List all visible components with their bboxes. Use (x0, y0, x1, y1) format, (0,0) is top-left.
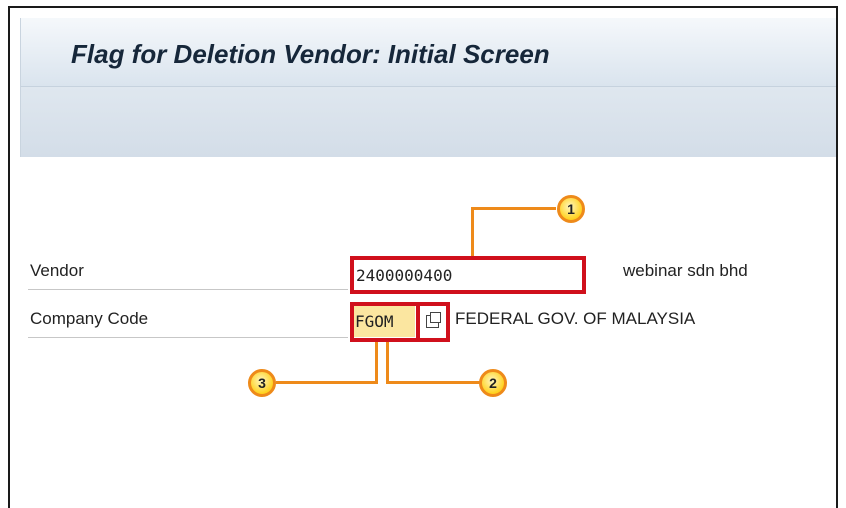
company-code-description: FEDERAL GOV. OF MALAYSIA (455, 309, 696, 328)
search-help-highlight-box (416, 302, 450, 342)
page-title: Flag for Deletion Vendor: Initial Screen (71, 39, 550, 69)
callout-3-connector-vertical (375, 342, 378, 384)
vendor-description: webinar sdn bhd (623, 261, 748, 280)
callout-3-badge: 3 (248, 369, 276, 397)
company-code-label-underline (28, 337, 348, 338)
vendor-highlight-box (350, 256, 586, 294)
title-bar: Flag for Deletion Vendor: Initial Screen (20, 18, 836, 87)
vendor-label-underline (28, 289, 348, 290)
callout-2-badge: 2 (479, 369, 507, 397)
callout-2-connector-horizontal (386, 381, 480, 384)
company-code-label: Company Code (30, 309, 149, 328)
callout-1-connector-vertical (471, 207, 474, 256)
application-toolbar (20, 87, 836, 157)
company-code-highlight-box (350, 302, 420, 342)
callout-1-badge: 1 (557, 195, 585, 223)
callout-1-connector-horizontal (471, 207, 556, 210)
vendor-label: Vendor (30, 261, 84, 280)
callout-2-connector-vertical (386, 342, 389, 384)
callout-3-connector-horizontal (276, 381, 378, 384)
